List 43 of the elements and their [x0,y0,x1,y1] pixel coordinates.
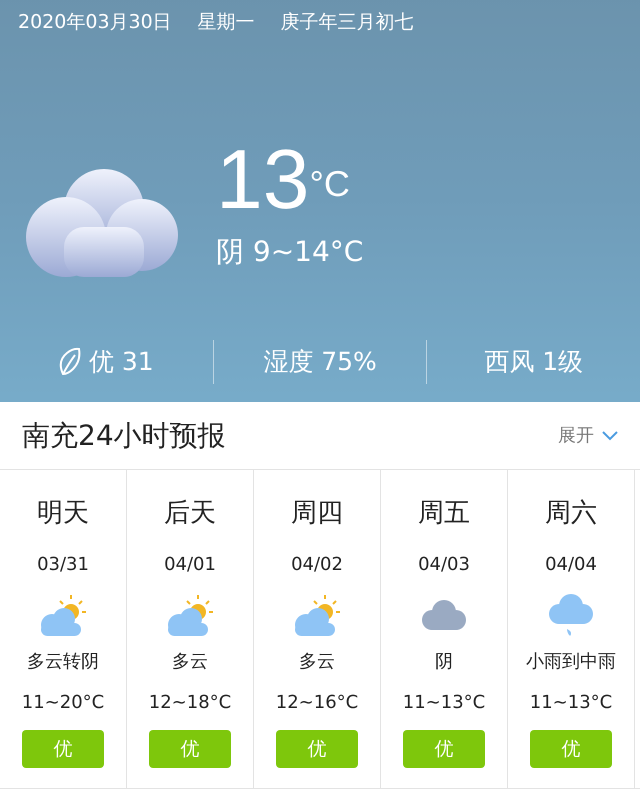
day-name: 周六 [545,497,597,530]
air-quality-badge: 优 [403,730,485,768]
temperature-range: 11~20°C [22,691,104,715]
stat-text: 湿度 75% [263,346,377,378]
weekday-text: 星期一 [198,10,255,35]
leaf-icon [58,347,81,377]
day-date: 04/03 [418,553,470,577]
air-quality-badge: 优 [530,730,612,768]
cloud-icon [24,166,178,276]
temperature: 13 [216,136,310,220]
day-date: 03/31 [37,553,89,577]
section-title: 南充24小时预报 [22,418,226,454]
weather-text: 多云 [299,650,335,674]
day-name: 明天 [37,497,89,530]
weather-summary: 阴 9~14°C [216,234,364,270]
day-date: 04/04 [545,553,597,577]
air-quality-text: 优 31 [88,346,154,378]
expand-toggle[interactable]: 展开 [558,422,618,449]
air-quality-badge: 优 [276,730,358,768]
lunar-date: 庚子年三月初七 [280,10,414,35]
day-date: 04/02 [291,553,343,577]
chevron-icon [602,430,618,440]
sun-cloud-icon [293,595,341,637]
temperature-range: 12~16°C [276,691,358,715]
air-quality-badge: 优 [149,730,231,768]
weather-text: 多云 [172,650,208,674]
day-name: 周五 [418,497,470,530]
sun-cloud-icon [39,595,87,637]
temperature-unit: °C [309,162,350,206]
day-name: 周四 [291,497,343,530]
weather-text: 多云转阴 [27,650,99,674]
cloud-icon [421,599,467,633]
weather-text: 阴 [435,650,453,674]
sun-cloud-icon [166,595,214,637]
stat-text: 西风 1级 [484,346,584,378]
temperature-range: 11~13°C [402,691,486,715]
date-text: 2020年03月30日 [18,10,172,35]
day-date: 04/01 [164,553,216,577]
temperature-range: 12~18°C [148,691,232,715]
air-quality-badge: 优 [22,730,104,768]
temperature-range: 11~13°C [530,691,612,715]
day-name: 后天 [164,497,216,530]
weather-text: 小雨到中雨 [526,650,616,674]
